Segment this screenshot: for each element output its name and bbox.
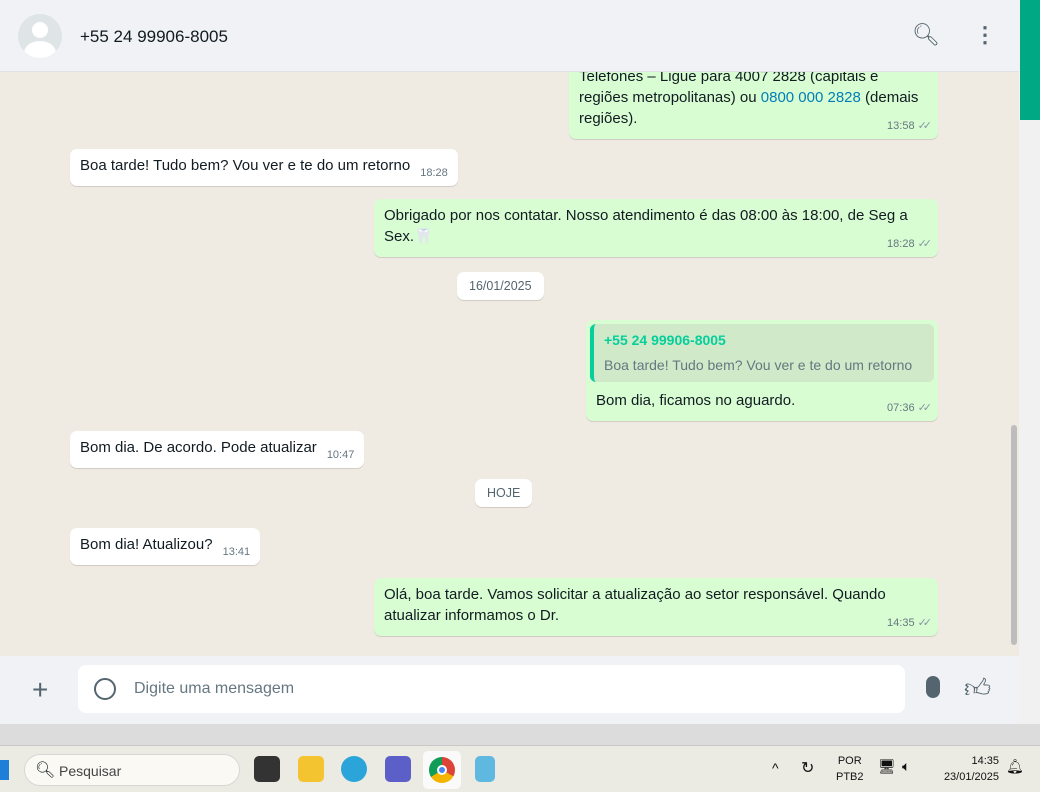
message-text: Bom dia. De acordo. Pode atualizar — [80, 439, 317, 456]
taskbar: 🔍︎ Pesquisar ^ ↻ POR PTB2 🖥︎ 🔈︎ 14:35 23/0… — [0, 745, 1040, 792]
message-time: 18:28 — [420, 167, 448, 179]
chat-header: +55 24 99906-8005 🔍︎ ⋮ — [0, 0, 1019, 72]
message-time: 14:35 — [887, 617, 915, 629]
message-time: 18:28 — [887, 238, 915, 250]
sync-icon[interactable]: ↻ — [801, 758, 814, 778]
quoted-sender: +55 24 99906-8005 — [604, 332, 726, 348]
message-text: Bom dia, ficamos no aguardo. — [596, 392, 796, 409]
sticker-icon[interactable] — [94, 678, 116, 700]
attach-plus-icon[interactable]: + — [32, 674, 48, 706]
date-divider: HOJE — [475, 479, 533, 507]
date-divider: 16/01/2025 — [457, 272, 544, 300]
scrollbar[interactable] — [1019, 0, 1040, 724]
message-input[interactable]: Digite uma mensagem — [78, 665, 905, 713]
search-placeholder: Pesquisar — [59, 763, 122, 779]
message-list: Telefones – Ligue para 4007 2828 (capita… — [0, 72, 1019, 656]
whatsapp-window: +55 24 99906-8005 🔍︎ ⋮ Telefones – Ligue… — [0, 0, 1019, 724]
notepad-icon[interactable] — [475, 756, 495, 782]
composer-bar: + Digite uma mensagem 👍︎ — [0, 656, 1019, 724]
clock[interactable]: 14:35 23/01/2025 — [933, 755, 999, 783]
message-text: Obrigado por nos contatar. Nosso atendim… — [384, 207, 908, 245]
message-text: Olá, boa tarde. Vamos solicitar a atuali… — [384, 586, 886, 624]
double-check-icon: ✓✓ — [917, 402, 933, 414]
search-icon[interactable]: 🔍︎ — [912, 22, 940, 48]
quoted-text: Boa tarde! Tudo bem? Vou ver e te do um … — [604, 357, 913, 373]
message-time: 13:58 — [887, 120, 915, 132]
keyboard-label: PTB2 — [836, 771, 864, 783]
language-label: POR — [837, 755, 862, 767]
edge-icon[interactable] — [341, 756, 367, 782]
message-bubble[interactable]: Bom dia! Atualizou? 13:41 — [70, 528, 261, 565]
message-time: 13:41 — [222, 546, 251, 558]
phone-link[interactable]: 0800 000 2828 — [761, 89, 861, 106]
taskbar-search[interactable]: 🔍︎ Pesquisar — [24, 754, 240, 786]
double-check-icon: ✓✓ — [917, 617, 933, 629]
chrome-taskbar-button[interactable] — [423, 751, 461, 789]
message-bubble[interactable]: Olá, boa tarde. Vamos solicitar a atuali… — [374, 578, 938, 636]
network-icon[interactable]: 🖥︎ — [878, 758, 896, 775]
double-check-icon: ✓✓ — [917, 238, 933, 250]
scrollbar-thumb[interactable] — [1011, 425, 1017, 645]
chevron-up-icon[interactable]: ^ — [772, 760, 779, 776]
search-icon: 🔍︎ — [35, 762, 56, 779]
window-accent-strip — [1020, 0, 1040, 120]
clock-time: 14:35 — [971, 755, 999, 767]
message-bubble[interactable]: +55 24 99906-8005 Boa tarde! Tudo bem? V… — [586, 320, 938, 421]
microphone-icon[interactable] — [926, 676, 940, 698]
notification-icon[interactable]: 🔔︎ — [1006, 758, 1024, 775]
quoted-message[interactable]: +55 24 99906-8005 Boa tarde! Tudo bem? V… — [590, 324, 934, 382]
message-bubble[interactable]: Telefones – Ligue para 4007 2828 (capita… — [569, 72, 938, 139]
teams-icon[interactable] — [385, 756, 411, 782]
message-time: 10:47 — [326, 449, 355, 461]
menu-icon[interactable]: ⋮ — [974, 22, 996, 48]
input-placeholder: Digite uma mensagem — [134, 680, 295, 697]
contact-name[interactable]: +55 24 99906-8005 — [80, 27, 228, 47]
message-time: 07:36 — [887, 402, 915, 414]
start-icon[interactable] — [0, 760, 9, 780]
message-text: Bom dia! Atualizou? — [80, 536, 213, 553]
message-bubble[interactable]: Obrigado por nos contatar. Nosso atendim… — [374, 199, 938, 257]
thumbs-up-icon[interactable]: 👍︎ — [964, 673, 991, 704]
task-view-icon[interactable] — [254, 756, 280, 782]
volume-icon[interactable]: 🔈︎ — [902, 758, 910, 775]
avatar[interactable] — [18, 14, 62, 58]
message-bubble[interactable]: Bom dia. De acordo. Pode atualizar 10:47 — [70, 431, 365, 468]
file-explorer-icon[interactable] — [298, 756, 324, 782]
double-check-icon: ✓✓ — [917, 120, 933, 132]
message-bubble[interactable]: Boa tarde! Tudo bem? Vou ver e te do um … — [70, 149, 458, 186]
message-text: Boa tarde! Tudo bem? Vou ver e te do um … — [80, 157, 411, 174]
language-indicator[interactable]: POR PTB2 — [836, 755, 864, 783]
clock-date: 23/01/2025 — [943, 771, 999, 783]
